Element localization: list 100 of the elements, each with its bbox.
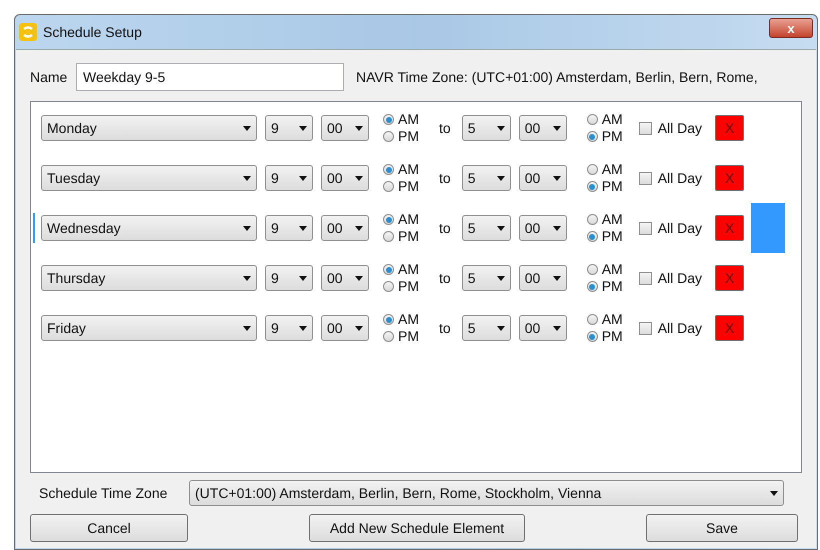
minute-dropdown[interactable]: 00 [321, 265, 369, 291]
hour-dropdown[interactable]: 5 [462, 215, 511, 241]
app-logo-icon [19, 23, 37, 41]
day-dropdown[interactable]: Monday [41, 115, 257, 141]
hour-dropdown[interactable]: 9 [265, 165, 313, 191]
to-label: to [439, 318, 451, 338]
caret-icon [496, 126, 505, 130]
day-dropdown[interactable]: Friday [41, 315, 257, 341]
minute-dropdown[interactable]: 00 [518, 265, 567, 291]
radio-button[interactable] [586, 264, 598, 275]
name-label: Name [30, 68, 68, 86]
radio-label: PM [398, 178, 419, 195]
radio-button[interactable] [383, 314, 394, 325]
caret-icon [243, 176, 251, 180]
caret-icon [552, 226, 561, 230]
schedule-time-zone-label: Schedule Time Zone [39, 484, 168, 502]
radio-label: AM [602, 161, 623, 178]
all-day-checkbox[interactable] [638, 272, 652, 284]
navr-time-zone-text: NAVR Time Zone: (UTC+01:00) Amsterdam, Berlin, Bern, Rome, [356, 68, 758, 87]
caret-icon [243, 126, 251, 130]
radio-button[interactable] [383, 331, 394, 342]
hour-dropdown[interactable]: 9 [265, 215, 313, 241]
caret-icon [552, 326, 561, 330]
radio-button[interactable] [586, 314, 598, 325]
radio-button[interactable] [586, 231, 598, 242]
day-dropdown[interactable]: Tuesday [41, 165, 257, 191]
caret-icon [552, 126, 561, 130]
radio-button[interactable] [586, 114, 598, 125]
caret-icon [355, 226, 363, 230]
radio-button[interactable] [383, 264, 394, 275]
radio-button[interactable] [383, 181, 394, 192]
to-label: to [439, 118, 451, 138]
radio-button[interactable] [586, 281, 598, 292]
caret-icon [496, 226, 505, 230]
all-day-checkbox[interactable] [638, 322, 652, 334]
hour-dropdown[interactable]: 9 [265, 265, 313, 291]
cancel-button[interactable]: Cancel [30, 514, 188, 542]
radio-button[interactable] [586, 214, 598, 225]
selection-block [751, 203, 786, 253]
minute-dropdown[interactable]: 00 [518, 115, 567, 141]
name-field[interactable]: Weekday 9-5 [76, 63, 344, 91]
hour-dropdown[interactable]: 9 [265, 115, 313, 141]
close-button[interactable]: x [769, 18, 813, 38]
all-day-label: All Day [658, 118, 702, 138]
day-dropdown[interactable]: Wednesday [41, 215, 257, 241]
radio-label: AM [398, 311, 419, 328]
all-day-checkbox[interactable] [638, 122, 652, 134]
radio-label: PM [398, 128, 419, 145]
caret-icon [243, 226, 251, 230]
caret-icon [496, 276, 505, 280]
radio-button[interactable] [383, 281, 394, 292]
radio-button[interactable] [586, 131, 598, 142]
save-button[interactable]: Save [646, 514, 798, 542]
hour-dropdown[interactable]: 5 [462, 165, 511, 191]
minute-dropdown[interactable]: 00 [518, 315, 567, 341]
radio-button[interactable] [383, 231, 394, 242]
caret-icon [299, 176, 307, 180]
radio-button[interactable] [586, 164, 598, 175]
radio-button[interactable] [383, 214, 394, 225]
radio-button[interactable] [383, 164, 394, 175]
minute-dropdown[interactable]: 00 [518, 165, 567, 191]
day-dropdown[interactable]: Thursday [41, 265, 257, 291]
radio-label: AM [398, 211, 419, 228]
time-zone-dropdown[interactable]: (UTC+01:00) Amsterdam, Berlin, Bern, Rome, Stockholm, Vienna [189, 480, 784, 506]
radio-label: AM [602, 111, 623, 128]
caret-icon [299, 326, 307, 330]
radio-button[interactable] [383, 131, 394, 142]
radio-button[interactable] [586, 331, 598, 342]
radio-label: AM [398, 161, 419, 178]
caret-icon [355, 176, 363, 180]
hour-dropdown[interactable]: 5 [462, 115, 511, 141]
all-day-label: All Day [658, 168, 702, 188]
radio-button[interactable] [383, 114, 394, 125]
minute-dropdown[interactable]: 00 [321, 215, 369, 241]
all-day-label: All Day [658, 318, 702, 338]
radio-button[interactable] [586, 181, 598, 192]
all-day-checkbox[interactable] [638, 172, 652, 184]
radio-label: PM [602, 228, 623, 245]
all-day-label: All Day [658, 218, 702, 238]
minute-dropdown[interactable]: 00 [321, 115, 369, 141]
radio-label: AM [398, 111, 419, 128]
to-label: to [439, 168, 451, 188]
minute-dropdown[interactable]: 00 [518, 215, 567, 241]
caret-icon [299, 226, 307, 230]
minute-dropdown[interactable]: 00 [321, 315, 369, 341]
caret-icon [243, 326, 251, 330]
caret-icon [243, 276, 251, 280]
minute-dropdown[interactable]: 00 [321, 165, 369, 191]
radio-label: PM [398, 328, 419, 345]
radio-label: AM [602, 311, 623, 328]
caret-icon [299, 126, 307, 130]
all-day-checkbox[interactable] [638, 222, 652, 234]
caret-icon [299, 276, 307, 280]
add-element-button[interactable]: Add New Schedule Element [309, 514, 525, 542]
hour-dropdown[interactable]: 5 [462, 315, 511, 341]
caret-icon [355, 276, 363, 280]
caret-icon [496, 326, 505, 330]
hour-dropdown[interactable]: 5 [462, 265, 511, 291]
hour-dropdown[interactable]: 9 [265, 315, 313, 341]
radio-label: AM [602, 211, 623, 228]
